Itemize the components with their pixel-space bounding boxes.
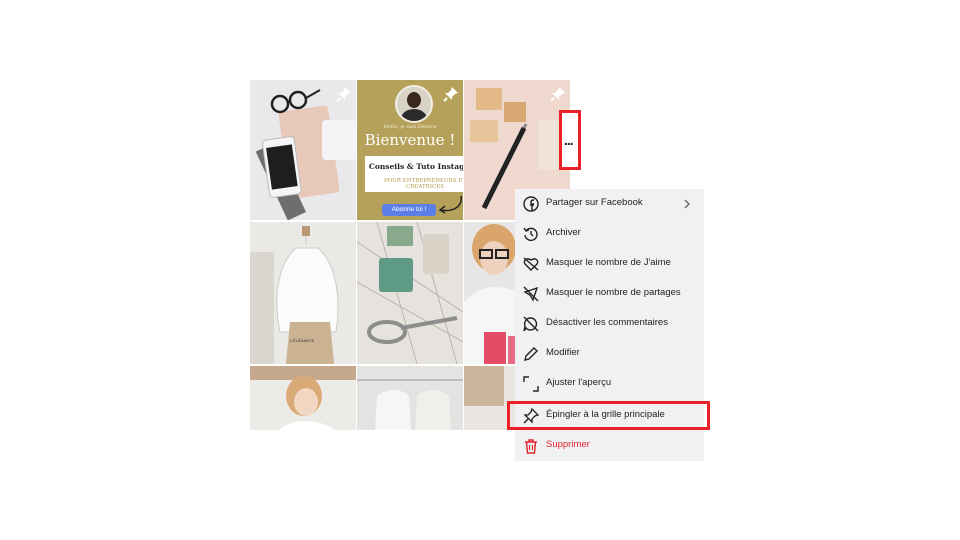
pin-icon [443,87,458,102]
woman-reading-photo [250,366,356,430]
pin-icon [550,87,565,102]
archive-icon [523,227,538,241]
menu-item-edit[interactable]: Modifier [515,339,704,369]
post-thumbnail-welcome[interactable]: Hello, je suis Debora Bienvenue ! Consei… [357,80,463,220]
menu-item-disable-comments[interactable]: Désactiver les commentaires [515,309,704,339]
menu-item-label: Supprimer [546,439,590,450]
post-thumbnail-dress-form[interactable]: L'ÉLÉGANTE [250,222,356,364]
follow-badge: Abonne toi ! [382,204,436,216]
pencil-icon [524,347,538,361]
post-thumbnail-mannequins[interactable] [357,366,463,430]
more-options-button[interactable]: ... [559,110,581,170]
headline-text: Conseils & Tuto Instagram [368,162,463,171]
greeting-text: Hello, je suis Debora [383,124,437,130]
menu-item-label: Masquer le nombre de J'aime [546,257,671,268]
hide-shares-icon [523,286,539,302]
menu-item-label: Partager sur Facebook [546,197,643,208]
menu-item-share-facebook[interactable]: Partager sur Facebook [515,189,704,219]
menu-item-label: Archiver [546,227,581,238]
menu-item-adjust-preview[interactable]: Ajuster l'aperçu [515,369,704,399]
menu-item-label: Désactiver les commentaires [546,317,668,328]
adjust-preview-icon [523,376,539,392]
comments-off-icon [523,316,539,332]
sewing-supplies-photo [357,222,463,364]
menu-item-label: Ajuster l'aperçu [546,377,612,388]
mannequins-photo [357,366,463,430]
dress-form-tag: L'ÉLÉGANTE [290,338,315,343]
menu-item-label: Masquer le nombre de partages [546,287,681,298]
pin-icon [336,87,351,102]
hide-likes-icon [523,257,539,271]
trash-icon [525,439,537,454]
menu-item-label: Modifier [546,347,580,358]
more-icon: ... [564,132,574,148]
arrow-doodle [438,195,462,214]
post-thumbnail-sewing-supplies[interactable] [357,222,463,364]
menu-item-hide-likes[interactable]: Masquer le nombre de J'aime [515,249,704,279]
post-thumbnail-woman-reading[interactable] [250,366,356,430]
welcome-title: Bienvenue ! [364,131,456,149]
chevron-right-icon [684,199,690,209]
menu-item-archive[interactable]: Archiver [515,219,704,249]
pin-item-highlight [507,401,710,430]
menu-item-hide-shares[interactable]: Masquer le nombre de partages [515,279,704,309]
headline-card: Conseils & Tuto Instagram POUR ENTREPREN… [365,156,463,192]
post-thumbnail-desk[interactable] [250,80,356,220]
avatar [395,85,433,123]
menu-item-delete[interactable]: Supprimer [515,431,704,461]
facebook-icon [523,196,539,212]
subheadline-text: POUR ENTREPRENEURS ET CRÉATRICES [383,178,463,190]
